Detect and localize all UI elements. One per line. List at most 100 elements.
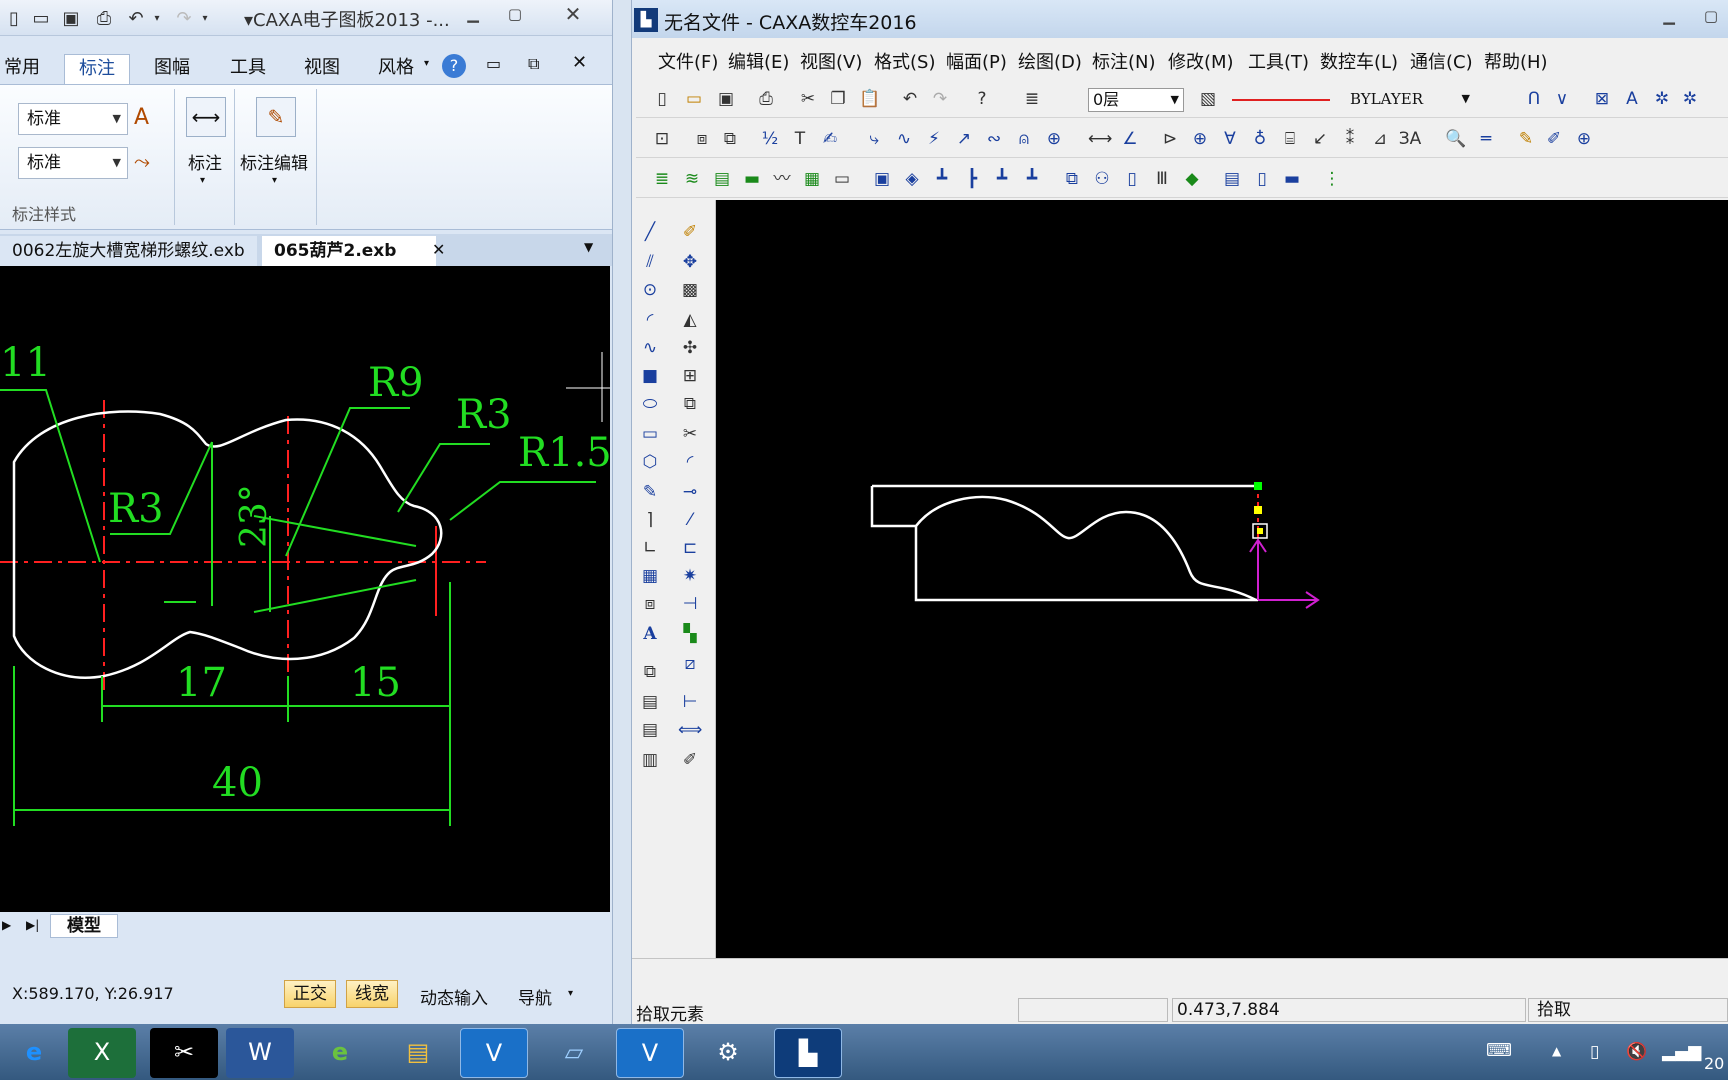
undo-dropdown-icon[interactable]: ▾	[150, 6, 164, 30]
new-file-icon[interactable]: ▯	[2, 6, 26, 30]
magnify-icon[interactable]: ⊕	[1572, 127, 1596, 151]
zoom-all-icon[interactable]: ⧈	[690, 127, 714, 151]
menu-modify[interactable]: 修改(M)	[1168, 48, 1234, 74]
dimension-edit-label[interactable]: 标注编辑	[240, 149, 308, 174]
move-tool-icon[interactable]: ✥	[678, 250, 702, 274]
lathe-tool-icon[interactable]: Ո	[1522, 87, 1546, 111]
linetype-icon[interactable]: ▧	[1196, 87, 1220, 111]
caxa-lathe-icon[interactable]: ▙	[774, 1028, 842, 1078]
dimension-edit-icon[interactable]: ✎	[256, 97, 296, 137]
fillet-tool-icon[interactable]: ◜	[678, 450, 702, 474]
curve-tool-icon[interactable]: ⤷	[862, 127, 886, 151]
image-tool-icon[interactable]: ▤	[638, 690, 662, 714]
scale-tool-icon[interactable]: ⧉	[678, 392, 702, 416]
explorer-icon[interactable]: ▤	[384, 1028, 452, 1078]
wave-tool-icon[interactable]: ∿	[892, 127, 916, 151]
menu-sheet[interactable]: 幅面(P)	[946, 48, 1007, 74]
copy-tool-icon[interactable]: ▩	[678, 278, 702, 302]
spline-curve-icon[interactable]: ∿	[638, 336, 662, 360]
brush-tool-icon[interactable]: ✐	[678, 220, 702, 244]
block-tool-icon[interactable]: ⧈	[638, 592, 662, 616]
thread-icon[interactable]: 〰	[770, 167, 794, 191]
datum-icon[interactable]: ⊕	[1188, 127, 1212, 151]
property-icon[interactable]: ⊠	[1590, 87, 1614, 111]
tray-expand-icon[interactable]: ▲	[1552, 1044, 1561, 1058]
polygon-tool-icon[interactable]: ⬡	[638, 450, 662, 474]
fraction-icon[interactable]: ½	[758, 127, 782, 151]
ole-tool-icon[interactable]: ▥	[638, 748, 662, 772]
tab-dimension[interactable]: 标注	[64, 54, 130, 84]
new-file-icon[interactable]: ▯	[650, 87, 674, 111]
save-icon[interactable]: ▣	[714, 87, 738, 111]
zoom-prev-icon[interactable]: ⧉	[718, 127, 742, 151]
break-icon[interactable]: ⁑	[1338, 127, 1362, 151]
model-tab[interactable]: 模型	[50, 914, 118, 938]
right-maximize-icon[interactable]: ▢	[1696, 6, 1726, 28]
line-tool-icon[interactable]: ╱	[638, 220, 662, 244]
tab-frame[interactable]: 图幅	[150, 54, 194, 84]
edit-text-icon[interactable]: ✍	[818, 127, 842, 151]
navigation-toggle[interactable]: 导航	[518, 984, 552, 1009]
lineweight-toggle[interactable]: 线宽	[346, 980, 398, 1008]
trim-tool-icon[interactable]: ✂	[678, 422, 702, 446]
print-icon[interactable]: ⎙	[754, 87, 778, 111]
report-icon[interactable]: ▯	[1120, 167, 1144, 191]
roughness-icon[interactable]: ∀	[1218, 127, 1242, 151]
tool-param-icon[interactable]: ◈	[900, 167, 924, 191]
ribbon-close-icon[interactable]: ✕	[572, 52, 587, 73]
post-process-icon[interactable]: ┻	[930, 167, 954, 191]
extend-tool-icon[interactable]: ⊸	[678, 480, 702, 504]
pattern-tool-icon[interactable]: ▦	[638, 564, 662, 588]
finish-turn-icon[interactable]: ≋	[680, 167, 704, 191]
dim-edit-icon[interactable]: ⊢	[678, 690, 702, 714]
right-minimize-icon[interactable]: ▁	[1654, 6, 1684, 28]
brush-icon[interactable]: ✐	[1542, 127, 1566, 151]
circle-tool-icon[interactable]: ⊙	[638, 278, 662, 302]
zoom-window-icon[interactable]: ⊡	[650, 127, 674, 151]
style-tool-2-icon[interactable]: ✲	[1678, 87, 1702, 111]
mastercam-icon[interactable]: ⚙	[694, 1028, 762, 1078]
rectangle-tool-icon[interactable]: ▭	[638, 422, 662, 446]
linetype-combo[interactable]: BYLAYER ▼	[1228, 88, 1474, 112]
arc-tool-icon[interactable]: ◜	[638, 308, 662, 332]
layer-manager-icon[interactable]: ≣	[1020, 87, 1044, 111]
help-icon[interactable]: ?	[442, 54, 466, 78]
dimension-icon[interactable]: ⟷	[1088, 127, 1112, 151]
right-drawing-canvas[interactable]	[716, 200, 1728, 958]
style-dropdown-icon[interactable]: ▾	[424, 58, 429, 69]
chamfer-dim-icon[interactable]: ⊳	[1158, 127, 1182, 151]
command-line[interactable]	[632, 958, 1728, 996]
pencil-icon[interactable]: ✎	[1514, 127, 1538, 151]
rotate-tool-icon[interactable]: ✣	[678, 336, 702, 360]
process-sheet-icon[interactable]: ▯	[1250, 167, 1274, 191]
format-painter-icon[interactable]: ✐	[678, 748, 702, 772]
redo-icon[interactable]: ↷	[928, 87, 952, 111]
menu-dimension[interactable]: 标注(N)	[1092, 48, 1156, 74]
power-icon[interactable]: ▯	[1590, 1042, 1599, 1062]
dimension-tool-label[interactable]: 标注	[188, 149, 222, 174]
left-drawing-canvas[interactable]: 11 R9 R3 R1.5 R3 23° 17 15 40	[0, 266, 612, 912]
grip-yellow[interactable]	[1254, 506, 1262, 514]
array-tool-icon[interactable]: ⊞	[678, 364, 702, 388]
ribbon-restore-icon[interactable]: ⧉	[528, 54, 539, 74]
excel-icon[interactable]: X	[68, 1028, 136, 1078]
table-tool-icon[interactable]: ▤	[638, 718, 662, 742]
dim-style-edit-icon[interactable]: ⤳	[134, 149, 150, 173]
zigzag-tool-icon[interactable]: ⚡	[922, 127, 946, 151]
text-tool-icon[interactable]: A	[1620, 87, 1644, 111]
dim-style-combo[interactable]: 标准 ▼	[18, 147, 128, 179]
layer-change-icon[interactable]: ▚	[678, 622, 702, 646]
stretch-tool-icon[interactable]: ⊏	[678, 536, 702, 560]
drill-icon[interactable]: ▬	[740, 167, 764, 191]
node-tool-icon[interactable]: ⍝	[1012, 127, 1036, 151]
offset-tool-icon[interactable]: ⧄	[678, 652, 702, 676]
menu-file[interactable]: 文件(F)	[658, 48, 718, 74]
align-tool-icon[interactable]: ⊣	[678, 592, 702, 616]
menu-draw[interactable]: 绘图(D)	[1018, 48, 1082, 74]
doc-tab-065[interactable]: 065葫芦2.exb	[262, 236, 437, 266]
help-arrow-icon[interactable]: ?	[970, 87, 994, 111]
hatch-tool-icon[interactable]: ⌉	[638, 508, 662, 532]
text-tool-icon[interactable]: A	[638, 622, 662, 646]
code-check-icon[interactable]: ▤	[1220, 167, 1244, 191]
ribbon-minimize-icon[interactable]: ▭	[486, 54, 501, 73]
